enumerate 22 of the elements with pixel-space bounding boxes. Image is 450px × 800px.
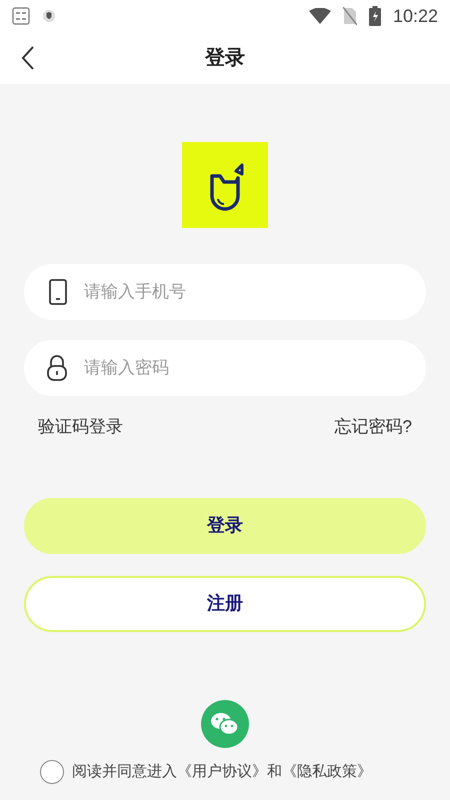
conjunction-text: 和	[267, 762, 282, 782]
agreement-link[interactable]: 《隐私政策》	[282, 760, 372, 784]
back-icon	[21, 46, 35, 70]
no-sim-icon	[342, 7, 357, 25]
wechat-login-button[interactable]	[201, 700, 249, 748]
phone-field[interactable]: 请输入手机号	[24, 264, 426, 320]
login-button[interactable]: 登录	[24, 498, 426, 554]
register-button[interactable]: 注册	[24, 576, 426, 632]
battery-icon	[368, 6, 381, 26]
agreement-text: 阅读并同意进入	[72, 762, 177, 782]
wifi-icon	[308, 8, 331, 24]
shield-icon	[42, 9, 56, 23]
agree-checkbox[interactable]	[40, 760, 64, 784]
lock-icon	[46, 355, 68, 381]
forgot-password-link[interactable]: 忘记密码?	[334, 414, 412, 440]
app-icon	[12, 7, 30, 25]
page-title: 登录	[205, 46, 245, 71]
password-field[interactable]: 请输入密码	[24, 340, 426, 396]
phone-icon	[48, 279, 68, 305]
code-login-link[interactable]: 验证码登录	[38, 414, 123, 440]
status-time: 10:22	[392, 4, 438, 28]
agreement-link[interactable]: 《用户协议》	[177, 760, 267, 784]
